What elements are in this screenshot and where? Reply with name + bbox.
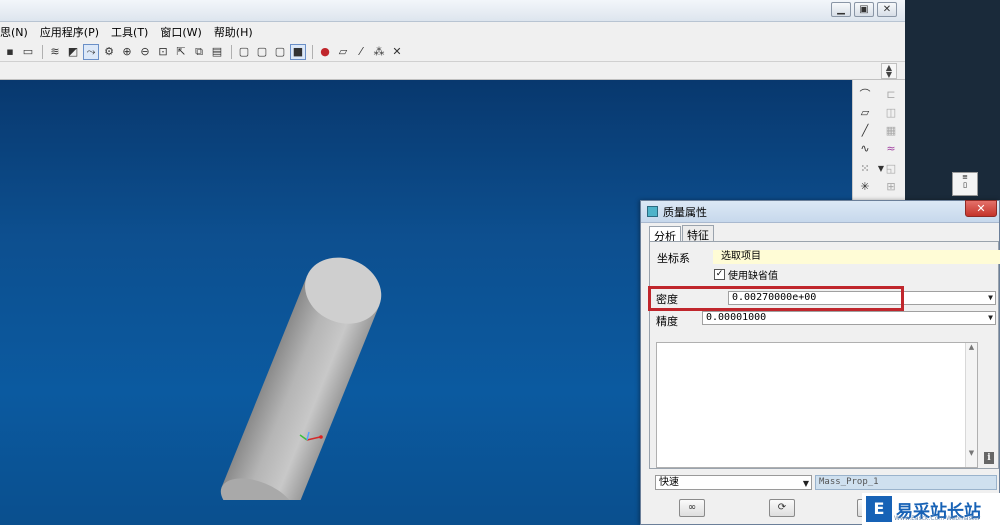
window-controls: ▁ ▣ ✕ [831, 2, 897, 17]
analysis-panel: 坐标系 选取项目 ✓ 使用缺省值 密度 0.00270000e+00 ▼ 精度 … [648, 241, 1000, 469]
repeat-button[interactable]: ⟳ [769, 499, 795, 517]
use-default-checkbox[interactable]: ✓ 使用缺省值 [714, 267, 778, 282]
orient-mode-icon[interactable]: ⤳ [83, 43, 99, 60]
desktop-document-icon[interactable]: ≡ ▯ [952, 172, 978, 196]
hole-icon: ⊏ [886, 87, 896, 101]
title-bar: ▁ ▣ ✕ [0, 0, 905, 22]
draft-icon[interactable]: ≈ [883, 140, 899, 156]
shading-icon[interactable]: ■ [290, 43, 306, 60]
datum-planes-icon[interactable]: ▱ [335, 44, 351, 60]
hidden-line-icon[interactable]: ▢ [254, 44, 270, 60]
menu-bar: 思(N) 应用程序(P) 工具(T) 窗口(W) 帮助(H) [0, 22, 905, 42]
precision-value: 0.00001000 [706, 312, 767, 323]
zoom-in-icon[interactable]: ⊕ [119, 44, 135, 60]
mass-properties-dialog: 质量属性 ✕ 分析 特征 坐标系 选取项目 ✓ 使用缺省值 密度 0.00270… [640, 200, 1000, 525]
layer-icon[interactable]: ▭ [20, 44, 36, 60]
toolbar-divider [312, 44, 313, 59]
menu-item-applications[interactable]: 应用程序(P) [34, 24, 105, 40]
cylinder-model [220, 257, 382, 500]
info-icon[interactable]: i [984, 452, 994, 464]
results-area[interactable]: ▲ ▼ [656, 342, 978, 468]
watermark-logo-icon: E [866, 496, 892, 522]
results-scrollbar[interactable]: ▲ ▼ [965, 343, 977, 467]
chamfer-icon: ⊞ [886, 179, 896, 193]
minimize-button[interactable]: ▁ [831, 2, 851, 17]
menu-item-tools[interactable]: 工具(T) [105, 24, 154, 40]
coord-system-selector[interactable]: 选取项目 [713, 250, 1000, 264]
no-hidden-icon[interactable]: ▢ [272, 44, 288, 60]
curve-icon[interactable]: ∿ [857, 140, 873, 156]
datum-display-icon[interactable]: ≋ [47, 44, 63, 60]
csys-icon[interactable]: ✳ [857, 178, 873, 194]
toolbar-divider [231, 44, 232, 59]
rib-icon: ▦ [885, 123, 897, 137]
zoom-box-icon[interactable]: ⚙ [101, 44, 117, 60]
site-watermark: E 易采站长站 Www.Easck.Com Webmaster [862, 493, 1000, 525]
saved-views-icon[interactable]: ⧉ [191, 44, 207, 60]
chevron-down-icon[interactable]: ▼ [803, 477, 809, 490]
main-toolbar: ▪ ▭ ≋ ◩ ⤳ ⚙ ⊕ ⊖ ⊡ ⇱ ⧉ ▤ ▢ ▢ ▢ ■ ● ▱ ⁄ ⁂ … [0, 42, 905, 62]
dialog-title-bar: 质量属性 ✕ [641, 200, 999, 223]
precision-label: 精度 [656, 315, 678, 328]
coord-system-label: 坐标系 [657, 252, 690, 265]
menu-item-insert[interactable]: 思(N) [0, 24, 34, 40]
secondary-toolbar [0, 62, 905, 80]
quick-mode-select[interactable]: 快速 ▼ [655, 475, 812, 490]
spin-center-icon[interactable]: ◩ [65, 44, 81, 60]
sketch-icon[interactable]: ⌒ [857, 86, 873, 102]
plane-icon[interactable]: ▱ [857, 104, 873, 120]
repaint-icon[interactable]: ▤ [209, 44, 225, 60]
chevron-down-icon[interactable]: ▼ [988, 312, 993, 324]
appearance-icon[interactable]: ● [317, 44, 333, 60]
wireframe-icon[interactable]: ▢ [236, 44, 252, 60]
restore-button[interactable]: ▣ [854, 2, 874, 17]
datum-points-icon[interactable]: ⁂ [371, 44, 387, 60]
menu-item-window[interactable]: 窗口(W) [154, 24, 207, 40]
watermark-subtitle: Www.Easck.Com Webmaster [894, 515, 981, 522]
chevron-down-icon[interactable]: ▼ [988, 292, 993, 304]
reorient-icon[interactable]: ⇱ [173, 44, 189, 60]
axis-icon[interactable]: ╱ [857, 122, 873, 138]
zoom-out-icon[interactable]: ⊖ [137, 44, 153, 60]
toolbar-divider [42, 44, 43, 59]
dialog-close-button[interactable]: ✕ [965, 200, 997, 217]
datum-axes-icon[interactable]: ⁄ [353, 44, 369, 60]
dialog-title: 质量属性 [663, 205, 707, 219]
round-icon: ◱ [885, 161, 897, 175]
rebuild-icon[interactable]: ▪ [2, 44, 18, 60]
precision-input[interactable]: 0.00001000 ▼ [702, 311, 996, 325]
point-icon[interactable]: ⁙ [857, 160, 873, 176]
density-highlight-box [648, 286, 904, 311]
coordinate-systems-icon[interactable]: ✕ [389, 44, 405, 60]
preview-button[interactable]: ∞ [679, 499, 705, 517]
refit-icon[interactable]: ⊡ [155, 44, 171, 60]
menu-item-help[interactable]: 帮助(H) [208, 24, 259, 40]
dialog-app-icon [647, 206, 658, 217]
use-default-label: 使用缺省值 [728, 271, 778, 282]
checkbox-box[interactable]: ✓ [714, 269, 725, 280]
toolbar-scroll-button[interactable]: ▲ ▼ [881, 63, 897, 79]
shell-icon: ◫ [885, 105, 897, 119]
analysis-name-field[interactable]: Mass_Prop_1 [815, 475, 997, 490]
quick-mode-value: 快速 [659, 477, 679, 488]
close-window-button[interactable]: ✕ [877, 2, 897, 17]
